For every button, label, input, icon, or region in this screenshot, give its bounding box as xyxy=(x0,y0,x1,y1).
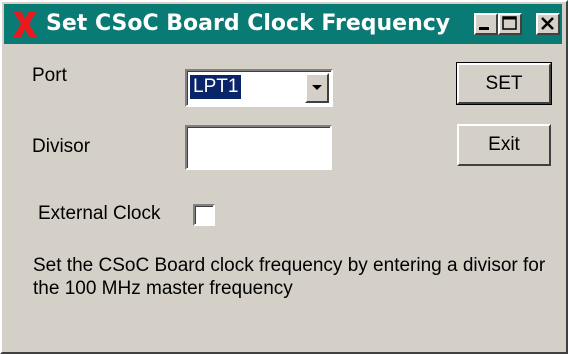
port-dropdown-button[interactable] xyxy=(305,73,329,103)
divisor-input[interactable] xyxy=(185,125,332,170)
exit-button[interactable]: Exit xyxy=(457,124,551,166)
port-selected-value: LPT1 xyxy=(190,75,242,99)
external-clock-label: External Clock xyxy=(38,203,161,224)
close-icon xyxy=(541,17,554,30)
description-text: Set the CSoC Board clock frequency by en… xyxy=(33,255,546,299)
title-bar[interactable]: Set CSoC Board Clock Frequency xyxy=(4,4,562,44)
dialog-window: Set CSoC Board Clock Frequency Port LPT1 xyxy=(0,0,568,354)
chevron-down-icon xyxy=(312,85,322,90)
x-logo-icon xyxy=(13,11,37,37)
external-clock-checkbox[interactable] xyxy=(193,204,215,226)
maximize-button[interactable] xyxy=(498,13,522,35)
divisor-input-frame xyxy=(187,127,330,168)
set-button[interactable]: SET xyxy=(456,62,552,105)
close-button[interactable] xyxy=(536,13,560,35)
port-label: Port xyxy=(32,65,67,86)
port-select[interactable]: LPT1 xyxy=(185,69,333,107)
checkbox-frame xyxy=(195,206,213,224)
window-title: Set CSoC Board Clock Frequency xyxy=(46,11,451,36)
maximize-icon xyxy=(502,16,517,30)
minimize-icon xyxy=(479,27,489,30)
divisor-label: Divisor xyxy=(32,136,91,157)
minimize-button[interactable] xyxy=(474,13,498,35)
